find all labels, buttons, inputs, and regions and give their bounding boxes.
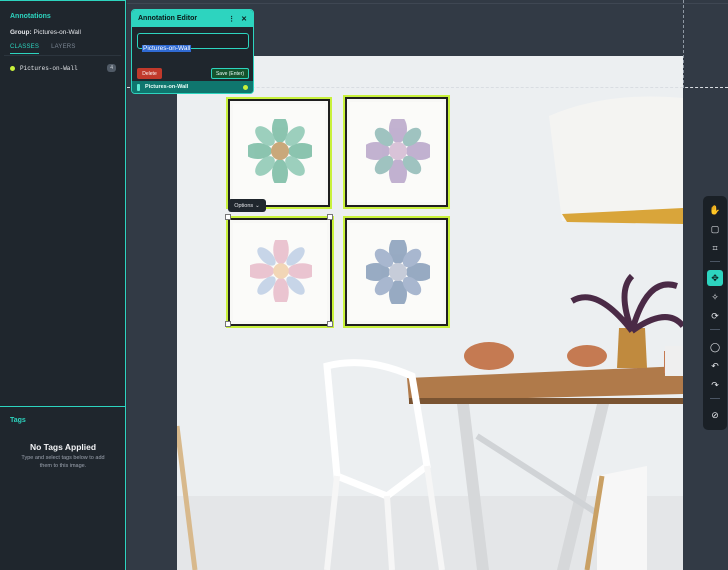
class-label: Pictures-on-Wall <box>20 64 78 72</box>
class-color-dot <box>243 84 248 90</box>
bounding-box-icon[interactable]: ▢ <box>707 221 723 237</box>
editor-header[interactable]: Annotation Editor ⋮ ✕ <box>132 10 253 27</box>
toolbar-separator <box>710 398 720 399</box>
repeat-icon[interactable]: ⟳ <box>707 308 723 324</box>
editor-class-chip[interactable]: Pictures-on-Wall <box>132 81 253 93</box>
options-button[interactable]: Options ⌄ <box>228 199 266 212</box>
editor-class-label: Pictures-on-Wall <box>145 84 189 90</box>
annotations-title: Annotations <box>10 13 51 20</box>
undo-icon[interactable]: ↶ <box>707 358 723 374</box>
no-tags-title: No Tags Applied <box>29 442 97 452</box>
tab-layers[interactable]: LAYERS <box>51 44 75 54</box>
resize-handle-bottom-left[interactable] <box>225 321 231 327</box>
comment-icon[interactable]: ◯ <box>707 339 723 355</box>
class-count-badge: 4 <box>107 64 116 72</box>
close-icon[interactable]: ✕ <box>241 15 247 23</box>
sidebar-divider <box>0 406 125 407</box>
hand-icon[interactable]: ✋ <box>707 202 723 218</box>
annotation-box-2[interactable] <box>343 95 450 209</box>
group-key: Group: <box>10 29 32 36</box>
hide-icon[interactable]: ⊘ <box>707 407 723 423</box>
annotation-box-1[interactable] <box>226 97 332 209</box>
tags-title: Tags <box>10 417 26 424</box>
class-name-input[interactable]: Pictures-on-Wall <box>137 33 249 52</box>
tab-divider <box>4 55 121 56</box>
tools-toolbar: ✋ ▢ ⌗ ✥ ✧ ⟳ ◯ ↶ ↷ ⊘ <box>703 196 727 430</box>
resize-handle-top-right[interactable] <box>327 214 333 220</box>
class-item-pictures-on-wall[interactable]: Pictures-on-Wall 4 <box>10 63 116 73</box>
toolbar-separator <box>710 329 720 330</box>
class-name-value: Pictures-on-Wall <box>142 45 192 52</box>
tab-classes[interactable]: CLASSES <box>10 44 40 54</box>
annotation-box-3-selected[interactable] <box>226 216 334 328</box>
annotations-sidebar: Annotations Group: Pictures-on-Wall CLAS… <box>0 0 126 570</box>
guide-line-vertical <box>683 0 684 88</box>
resize-handle-bottom-right[interactable] <box>327 321 333 327</box>
class-color-dot <box>10 65 15 71</box>
canvas-top-rule <box>127 3 728 4</box>
polygon-icon[interactable]: ⌗ <box>707 240 723 256</box>
annotation-app: Annotations Group: Pictures-on-Wall CLAS… <box>0 0 728 570</box>
sidebar-tabs: CLASSES LAYERS <box>10 44 76 54</box>
annotation-box-4[interactable] <box>343 216 450 328</box>
redo-icon[interactable]: ↷ <box>707 377 723 393</box>
options-label: Options <box>234 202 254 209</box>
smart-polygon-icon[interactable]: ✥ <box>707 270 723 286</box>
chevron-down-icon: ⌄ <box>255 202 260 209</box>
group-value: Pictures-on-Wall <box>33 29 81 36</box>
toolbar-separator <box>710 261 720 262</box>
group-label: Group: Pictures-on-Wall <box>10 29 81 36</box>
annotation-editor-popup: Annotation Editor ⋮ ✕ Pictures-on-Wall D… <box>131 9 254 94</box>
no-tags-subtitle: Type and select tags below to add them t… <box>21 455 105 469</box>
magic-wand-icon[interactable]: ✧ <box>707 289 723 305</box>
save-button[interactable]: Save (Enter) <box>211 68 249 79</box>
drag-grip-icon <box>137 83 140 91</box>
delete-button[interactable]: Delete <box>137 68 162 79</box>
kebab-icon[interactable]: ⋮ <box>228 15 235 23</box>
resize-handle-top-left[interactable] <box>225 214 231 220</box>
editor-title: Annotation Editor <box>138 15 198 22</box>
